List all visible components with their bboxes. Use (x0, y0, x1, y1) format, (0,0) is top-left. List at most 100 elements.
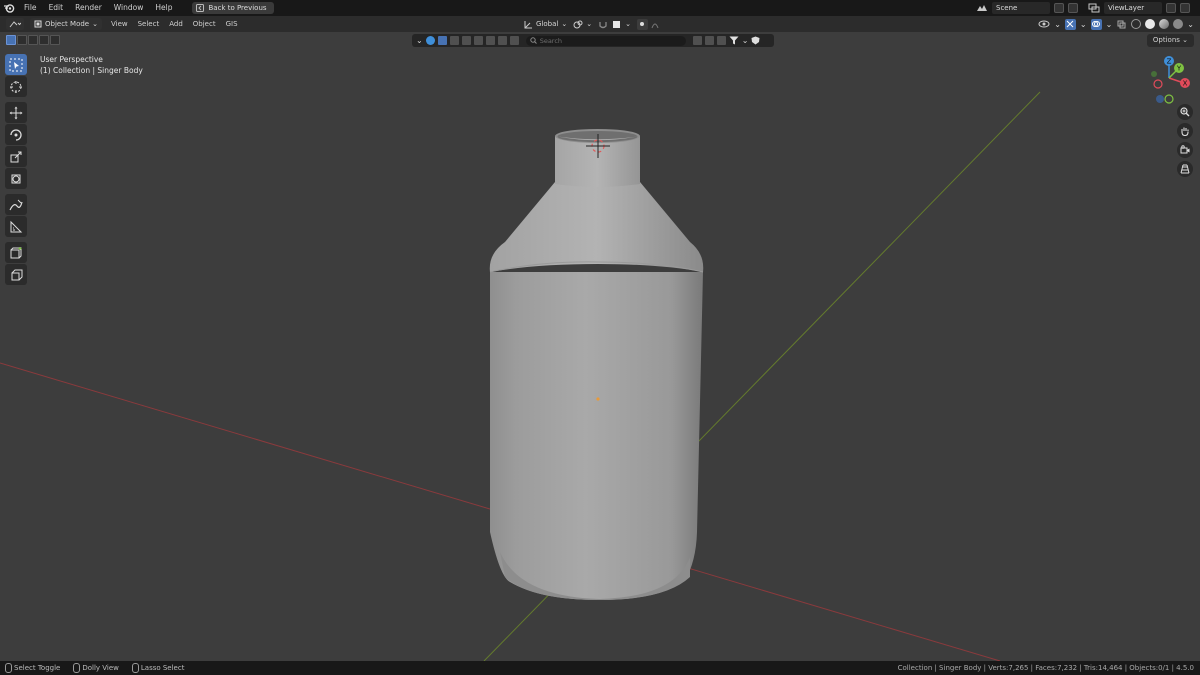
snap-target-icon[interactable] (611, 19, 622, 30)
options-dropdown[interactable]: Options ⌄ (1146, 34, 1194, 47)
menu-file[interactable]: File (18, 0, 43, 16)
gizmo-x-label: X (1183, 80, 1188, 88)
gizmo-neg-y[interactable] (1164, 94, 1174, 104)
gizmo-toggle-icon[interactable] (1064, 18, 1076, 30)
overlays-toggle-icon[interactable] (1090, 18, 1102, 30)
viewport-nav-buttons (1177, 104, 1195, 180)
viewport-canvas[interactable] (0, 32, 1200, 661)
navigation-gizmo[interactable]: Z Y X (1142, 54, 1196, 108)
select-extend-icon[interactable] (17, 35, 27, 45)
scene-name-field[interactable]: Scene (992, 2, 1050, 14)
display-mode-icon[interactable] (425, 36, 435, 45)
perspective-toggle-icon[interactable] (1177, 161, 1193, 177)
filter-extra-icon[interactable] (509, 36, 519, 45)
gizmo-neg-y-dot[interactable] (1151, 71, 1157, 77)
search-icon (530, 37, 537, 44)
hint-dolly-label: Dolly View (82, 664, 119, 672)
tool-cursor[interactable] (5, 76, 27, 97)
tool-add-cube[interactable] (5, 242, 27, 263)
object-origin-icon (596, 397, 600, 401)
gizmo-neg-x[interactable] (1153, 79, 1163, 89)
blender-logo-icon[interactable] (0, 0, 18, 16)
orientation-icon (524, 20, 532, 28)
new-scene-icon[interactable] (1054, 3, 1064, 13)
material-shading-icon[interactable] (1159, 19, 1170, 29)
filter-mesh-icon[interactable] (449, 36, 459, 45)
filter-empty-icon[interactable] (485, 36, 495, 45)
shield-icon[interactable] (751, 36, 760, 45)
solid-shading-icon[interactable] (1145, 19, 1156, 29)
view-layer-name-field[interactable]: ViewLayer (1104, 2, 1162, 14)
rendered-shading-icon[interactable] (1173, 19, 1184, 29)
cursor-icon (10, 80, 22, 93)
scene-statistics: Collection | Singer Body | Verts:7,265 |… (897, 664, 1194, 672)
chevron-down-icon[interactable]: ⌄ (1187, 20, 1194, 29)
falloff-icon[interactable] (651, 20, 659, 29)
select-new-icon[interactable] (6, 35, 16, 45)
camera-view-icon[interactable] (1177, 142, 1193, 158)
header-menu-view[interactable]: View (106, 20, 133, 28)
chevron-down-icon[interactable]: ⌄ (742, 36, 749, 45)
tool-annotate[interactable] (5, 194, 27, 215)
filter-object-icon[interactable] (437, 36, 447, 45)
chevron-down-icon: ⌄ (1079, 19, 1087, 29)
sort-icon[interactable] (692, 36, 702, 45)
filter-icon[interactable] (729, 36, 739, 45)
filter-camera-icon[interactable] (461, 36, 471, 45)
new-view-layer-icon[interactable] (1166, 3, 1176, 13)
bookmark-icon[interactable] (704, 36, 714, 45)
tool-scale[interactable] (5, 146, 27, 167)
editor-type-icon (9, 20, 21, 27)
status-bar: Select Toggle Dolly View Lasso Select Co… (0, 661, 1200, 675)
select-box-icon (9, 58, 23, 71)
bottle-mesh[interactable] (489, 129, 704, 600)
menu-edit[interactable]: Edit (43, 0, 70, 16)
snap-toggle[interactable]: ⌄ (598, 19, 631, 30)
editor-type-selector[interactable] (6, 18, 24, 30)
menu-window[interactable]: Window (108, 0, 150, 16)
pan-hand-icon[interactable] (1177, 123, 1193, 139)
menu-render[interactable]: Render (69, 0, 108, 16)
top-menu-bar: File Edit Render Window Help Back to Pre… (0, 0, 1200, 16)
tool-move[interactable] (5, 102, 27, 123)
tool-measure[interactable] (5, 216, 27, 237)
tool-transform[interactable] (5, 168, 27, 189)
header-menu-object[interactable]: Object (188, 20, 221, 28)
tool-select-box[interactable] (5, 54, 27, 75)
measure-icon (10, 220, 23, 232)
xray-toggle-icon[interactable] (1116, 19, 1127, 30)
gizmo-neg-z[interactable] (1156, 95, 1164, 103)
mouse-left-icon (5, 663, 12, 673)
tool-extrude[interactable] (5, 264, 27, 285)
scene-icon (977, 5, 987, 11)
tool-rotate[interactable] (5, 124, 27, 145)
select-intersect-icon[interactable] (50, 35, 60, 45)
scene-selector[interactable]: Scene (976, 2, 1078, 14)
visibility-icon[interactable] (1038, 19, 1050, 29)
3d-viewport[interactable]: User Perspective (1) Collection | Singer… (0, 32, 1200, 661)
orientation-selector[interactable]: Global ⌄ (524, 20, 567, 29)
header-menu-add[interactable]: Add (164, 20, 188, 28)
outliner-search[interactable]: Search (525, 35, 686, 46)
delete-view-layer-icon[interactable] (1180, 3, 1190, 13)
filter-light-icon[interactable] (473, 36, 483, 45)
proportional-edit-icon[interactable] (636, 18, 648, 30)
menu-help[interactable]: Help (149, 0, 178, 16)
wireframe-shading-icon[interactable] (1131, 19, 1142, 29)
select-invert-icon[interactable] (39, 35, 49, 45)
header-menu-gis[interactable]: GIS (221, 20, 243, 28)
chevron-down-icon: ⌄ (1054, 19, 1061, 29)
new-collection-icon[interactable] (716, 36, 726, 45)
proportional-edit[interactable] (636, 18, 659, 30)
header-menu-select[interactable]: Select (133, 20, 165, 28)
back-to-previous-button[interactable]: Back to Previous (192, 2, 274, 14)
pivot-selector[interactable]: ⌄ (573, 20, 592, 29)
select-subtract-icon[interactable] (28, 35, 38, 45)
search-input[interactable]: Search (540, 37, 562, 45)
view-layer-selector[interactable]: ViewLayer (1088, 2, 1190, 14)
zoom-icon[interactable] (1177, 104, 1193, 120)
chevron-down-icon[interactable]: ⌄ (416, 36, 423, 45)
mode-selector[interactable]: Object Mode ⌄ (30, 18, 102, 30)
filter-other-icon[interactable] (497, 36, 507, 45)
delete-scene-icon[interactable] (1068, 3, 1078, 13)
